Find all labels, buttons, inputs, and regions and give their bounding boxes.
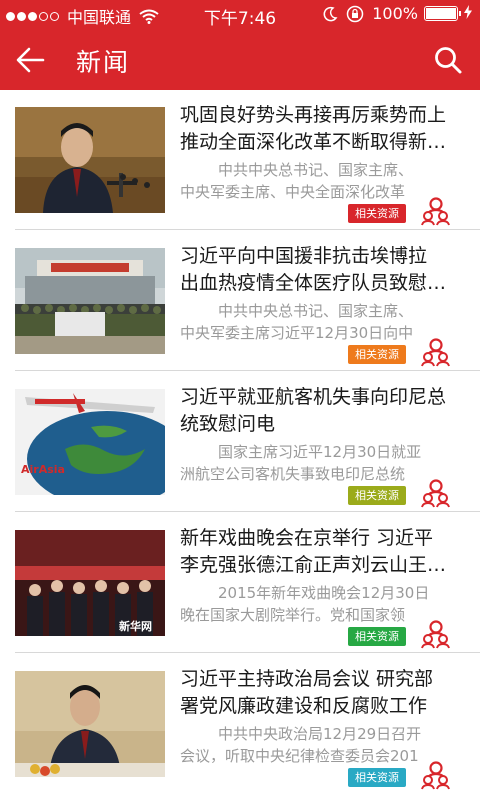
people-group-icon[interactable] [420,196,450,226]
headline-line: 统致慰问电 [180,413,276,435]
divider [15,652,480,653]
headline-line: 巩固良好势头再接再厉乘势而上 [180,104,447,126]
news-list-item[interactable]: 新华网 新年戏曲晚会在京举行 习近平 李克强张德江俞正声刘云山王… 2015年新… [0,513,480,653]
divider [15,370,480,371]
summary-line: 中共中央总书记、国家主席、 [218,161,414,179]
people-group-icon[interactable] [420,760,450,790]
headline-line: 李克强张德江俞正声刘云山王… [180,554,447,576]
headline-line: 习近平主持政治局会议 研究部 [180,668,434,690]
news-list-item[interactable]: 习近平主持政治局会议 研究部 署党风廉政建设和反腐败工作 中共中央政治局12月2… [0,654,480,794]
divider [15,229,480,230]
rotation-lock-icon [346,5,364,23]
related-resources-tag[interactable]: 相关资源 [348,486,406,505]
related-resources-tag[interactable]: 相关资源 [348,627,406,646]
people-group-icon[interactable] [420,337,450,367]
status-bar: 中国联通 下午7:46 100% [0,0,480,30]
people-group-icon[interactable] [420,478,450,508]
headline-line: 习近平向中国援非抗击埃博拉 [180,245,428,267]
news-headline: 习近平主持政治局会议 研究部 署党风廉政建设和反腐败工作 [180,666,476,720]
search-icon [435,47,462,74]
news-thumbnail-image [15,107,165,213]
summary-line: 国家主席习近平12月30日就亚 [218,443,422,461]
people-group-icon[interactable] [420,619,450,649]
battery-percent: 100% [372,4,418,23]
headline-line: 出血热疫情全体医疗队员致慰… [180,272,447,294]
news-headline: 新年戏曲晚会在京举行 习近平 李克强张德江俞正声刘云山王… [180,525,476,579]
divider [15,511,480,512]
related-resources-tag[interactable]: 相关资源 [348,768,406,787]
headline-line: 署党风廉政建设和反腐败工作 [180,695,428,717]
status-right: 100% [322,4,472,23]
svg-text:新华网: 新华网 [119,619,152,633]
news-list-item[interactable]: AirAsia 习近平就亚航客机失事向印尼总 统致慰问电 国家主席习近平12月3… [0,372,480,512]
news-list: 巩固良好势头再接再厉乘势而上 推动全面深化改革不断取得新… 中共中央总书记、国家… [0,90,480,800]
news-thumbnail-image [15,248,165,354]
news-list-item[interactable]: 习近平向中国援非抗击埃博拉 出血热疫情全体医疗队员致慰… 中共中央总书记、国家主… [0,231,480,371]
back-button[interactable] [10,40,50,80]
back-arrow-icon [16,47,45,73]
news-thumbnail-image [15,671,165,777]
news-thumbnail-image: 新华网 [15,530,165,636]
page-title: 新闻 [76,48,131,77]
news-headline: 巩固良好势头再接再厉乘势而上 推动全面深化改革不断取得新… [180,102,476,156]
search-button[interactable] [428,40,468,80]
summary-line: 中共中央总书记、国家主席、 [218,302,414,320]
charging-bolt-icon [464,4,472,23]
battery-icon [424,6,461,21]
nav-bar: 新闻 [0,30,480,90]
news-list-item[interactable]: 巩固良好势头再接再厉乘势而上 推动全面深化改革不断取得新… 中共中央总书记、国家… [0,90,480,230]
news-headline: 习近平就亚航客机失事向印尼总 统致慰问电 [180,384,476,438]
svg-text:AirAsia: AirAsia [21,463,65,476]
headline-line: 推动全面深化改革不断取得新… [180,131,447,153]
related-resources-tag[interactable]: 相关资源 [348,345,406,364]
summary-line: 2015年新年戏曲晚会12月30日 [218,584,430,602]
headline-line: 新年戏曲晚会在京举行 习近平 [180,527,434,549]
news-thumbnail-image: AirAsia [15,389,165,495]
headline-line: 习近平就亚航客机失事向印尼总 [180,386,447,408]
moon-icon [322,6,338,22]
news-headline: 习近平向中国援非抗击埃博拉 出血热疫情全体医疗队员致慰… [180,243,476,297]
summary-line: 中共中央政治局12月29日召开 [218,725,422,743]
related-resources-tag[interactable]: 相关资源 [348,204,406,223]
